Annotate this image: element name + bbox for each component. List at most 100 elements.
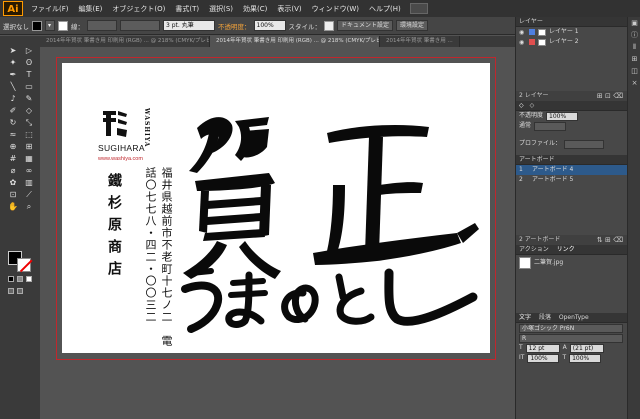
transparency-panel-header[interactable]: ◇ ◇ <box>516 101 627 111</box>
stroke-width-field[interactable] <box>87 20 117 31</box>
brand-name: SUGIHARA <box>98 143 145 153</box>
menu-window[interactable]: ウィンドウ(W) <box>307 4 364 14</box>
menu-type[interactable]: 書式(T) <box>170 4 204 14</box>
type-tool-icon[interactable]: T <box>22 70 36 80</box>
artboard-row-selected[interactable]: 1 アートボード 4 <box>516 165 627 175</box>
pencil-icon[interactable]: ✎ <box>22 94 36 104</box>
line-tool-icon[interactable]: ╲ <box>6 82 20 92</box>
scale-row: IT 100% T 100% <box>516 353 627 363</box>
rectangle-tool-icon[interactable]: ▭ <box>22 82 36 92</box>
stroke-color-box[interactable] <box>17 258 33 272</box>
visibility-eye-icon[interactable]: ◉ <box>519 39 526 46</box>
document-tab[interactable]: 2014年年賀状 筆書き用 印刷用 (RGB) ... @ 218% (CMYK… <box>40 36 210 47</box>
free-transform-icon[interactable]: ⬚ <box>22 130 36 140</box>
font-style-dropdown[interactable]: R <box>519 333 623 343</box>
paintbrush-icon[interactable]: ♪ <box>6 94 20 104</box>
menu-effect[interactable]: 効果(C) <box>238 4 272 14</box>
transform-icon[interactable]: ⊞ <box>628 53 640 65</box>
layers-actions[interactable]: ⊞ ⊡ ⌫ <box>597 91 623 101</box>
workspace-switcher[interactable] <box>409 3 428 14</box>
style-swatch[interactable] <box>324 20 334 31</box>
eraser-icon[interactable]: ◇ <box>22 106 36 116</box>
blend-mode-dropdown[interactable] <box>534 121 567 131</box>
document-tab[interactable]: 2014年年賀状 筆書き用 ... <box>380 36 460 47</box>
gradient-mode-icon[interactable] <box>17 276 23 282</box>
tab-opentype[interactable]: OpenType <box>559 314 589 321</box>
font-family-dropdown[interactable]: 小塚ゴシック Pr6N <box>519 323 623 333</box>
tab-character[interactable]: 文字 <box>519 314 531 321</box>
navigator-icon[interactable]: ▣ <box>628 17 640 29</box>
selection-status: 選択なし <box>3 22 29 31</box>
pathfinder-icon[interactable]: ◫ <box>628 65 640 77</box>
screen-mode-icon[interactable] <box>17 288 23 294</box>
draw-mode-icon[interactable] <box>8 288 14 294</box>
mesh-tool-icon[interactable]: # <box>6 154 20 164</box>
h-scale-field[interactable]: 100% <box>569 353 602 363</box>
tools-panel: ➤ ▷ ✦ ʘ ✒ T ╲ ▭ ♪ ✎ ✐ ◇ ↻ ⤡ ≈ ⬚ ⊕ ⊞ # ▦ … <box>0 36 40 419</box>
opacity-label[interactable]: 不透明度： <box>218 21 251 31</box>
symbol-sprayer-icon[interactable]: ✿ <box>6 178 20 188</box>
eyedropper-icon[interactable]: ⌀ <box>6 166 20 176</box>
fill-dropdown[interactable]: ▾ <box>45 20 55 31</box>
tab-actions[interactable]: アクション <box>519 246 549 253</box>
hand-tool-icon[interactable]: ✋ <box>6 202 20 212</box>
layer-color <box>529 39 535 45</box>
opacity-field[interactable]: 100% <box>253 20 286 31</box>
menu-view[interactable]: 表示(V) <box>272 4 306 14</box>
perspective-grid-icon[interactable]: ⊞ <box>22 142 36 152</box>
close-panel-icon[interactable]: × <box>628 77 640 89</box>
align-icon[interactable]: ⫴ <box>628 41 640 53</box>
menu-help[interactable]: ヘルプ(H) <box>364 4 406 14</box>
tab-links[interactable]: リンク <box>557 246 575 253</box>
opacity-field[interactable]: 100% <box>546 111 579 121</box>
selection-tool-icon[interactable]: ➤ <box>6 46 20 56</box>
artboards-panel-header[interactable]: アートボード <box>516 155 627 165</box>
leading-field[interactable]: (21 pt) <box>569 343 604 353</box>
pen-tool-icon[interactable]: ✒ <box>6 70 20 80</box>
artboard[interactable]: WASHIYA SUGIHARA www.washiya.com 鐵杉原商店 福… <box>62 63 490 353</box>
stroke-swatch[interactable] <box>58 20 68 31</box>
profile-dropdown[interactable] <box>564 139 605 149</box>
none-mode-icon[interactable] <box>26 276 32 282</box>
tab-paragraph[interactable]: 段落 <box>539 314 551 321</box>
slice-tool-icon[interactable]: ⟋ <box>22 190 36 200</box>
direct-selection-tool-icon[interactable]: ▷ <box>22 46 36 56</box>
menu-select[interactable]: 選択(S) <box>204 4 238 14</box>
artboard-count: 2 アートボード <box>519 236 561 243</box>
canvas-area[interactable]: WASHIYA SUGIHARA www.washiya.com 鐵杉原商店 福… <box>40 47 515 419</box>
blend-mode-label: 通常 <box>519 122 532 129</box>
magic-wand-icon[interactable]: ✦ <box>6 58 20 68</box>
artboards-actions[interactable]: ⇅ ⊞ ⌫ <box>597 235 623 245</box>
layer-count: 2 レイヤー <box>519 92 549 99</box>
visibility-eye-icon[interactable]: ◉ <box>519 29 526 36</box>
font-size-field[interactable]: 12 pt <box>525 343 560 353</box>
info-icon[interactable]: ⓘ <box>628 29 640 41</box>
graph-tool-icon[interactable]: ▥ <box>22 178 36 188</box>
document-setup-button[interactable]: ドキュメント設定 <box>337 20 394 31</box>
blob-brush-icon[interactable]: ✐ <box>6 106 20 116</box>
zoom-tool-icon[interactable]: ⌕ <box>22 202 36 212</box>
artboard-tool-icon[interactable]: ⊡ <box>6 190 20 200</box>
preferences-button[interactable]: 環境設定 <box>396 20 429 31</box>
layer-row[interactable]: ◉ レイヤー 1 <box>516 27 627 37</box>
color-mode-icon[interactable] <box>8 276 14 282</box>
rotate-tool-icon[interactable]: ↻ <box>6 118 20 128</box>
link-row[interactable]: 二筆賀.jpg <box>516 255 627 271</box>
v-scale-field[interactable]: 100% <box>527 353 560 363</box>
menu-edit[interactable]: 編集(E) <box>74 4 108 14</box>
width-tool-icon[interactable]: ≈ <box>6 130 20 140</box>
menu-file[interactable]: ファイル(F) <box>26 4 74 14</box>
menu-object[interactable]: オブジェクト(O) <box>107 4 170 14</box>
lasso-icon[interactable]: ʘ <box>22 58 36 68</box>
gradient-tool-icon[interactable]: ▦ <box>22 154 36 164</box>
layers-panel-header[interactable]: レイヤー <box>516 17 627 27</box>
document-tab-active[interactable]: 2014年年賀状 筆書き用 印刷用 (RGB) ... @ 218% (CMYK… <box>210 36 380 47</box>
artboard-row[interactable]: 2 アートボード 5 <box>516 175 627 185</box>
layer-row[interactable]: ◉ レイヤー 2 <box>516 37 627 47</box>
fill-swatch[interactable] <box>32 20 42 31</box>
scale-tool-icon[interactable]: ⤡ <box>22 118 36 128</box>
variable-width-dropdown[interactable] <box>120 20 160 31</box>
shape-builder-icon[interactable]: ⊕ <box>6 142 20 152</box>
blend-tool-icon[interactable]: ∞ <box>22 166 36 176</box>
brush-dropdown[interactable]: 3 pt. 丸筆 <box>163 20 215 31</box>
